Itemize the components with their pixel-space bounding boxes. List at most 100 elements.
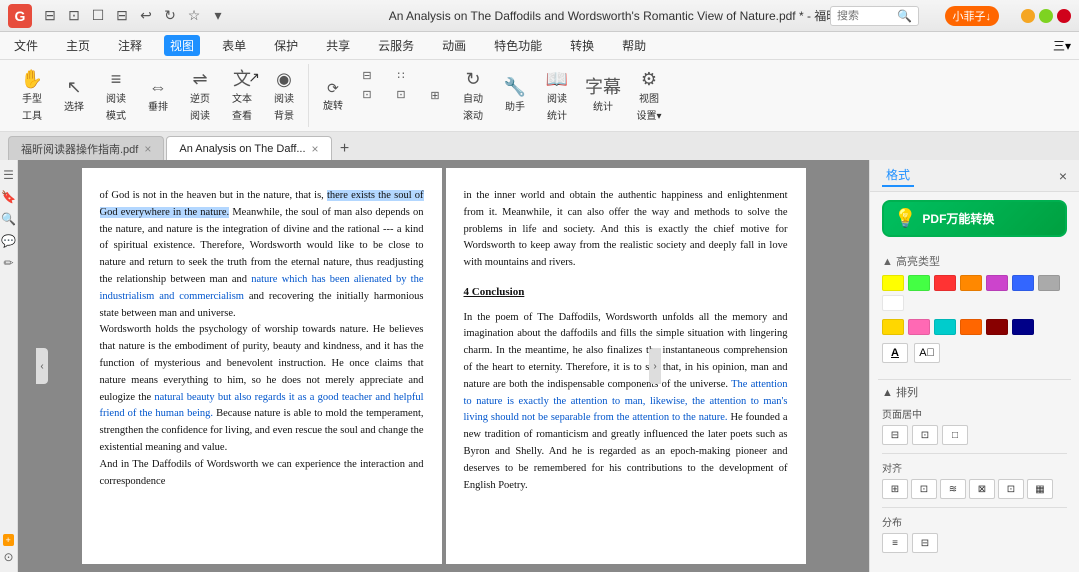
menu-share[interactable]: 共享 — [320, 35, 356, 56]
sidebar-search-icon[interactable]: 🔍 — [1, 212, 16, 226]
pdf-section-heading: 4 Conclusion — [464, 284, 788, 302]
align-right[interactable]: ≋ — [940, 479, 966, 499]
menu-form[interactable]: 表单 — [216, 35, 252, 56]
tab-guide-close[interactable]: × — [144, 142, 151, 156]
color-purple[interactable] — [986, 275, 1008, 291]
right-collapse-arrow[interactable]: › — [649, 348, 661, 384]
toolbar-group-view: ⟳ 旋转 ⊟ ⊡ ∷ ⊡ ⊞ — [313, 64, 673, 127]
align-vmid[interactable]: ⊡ — [998, 479, 1024, 499]
search-icon[interactable]: 🔍 — [897, 9, 912, 23]
close-button[interactable] — [1057, 9, 1071, 23]
vertical-icon: ⇔ — [149, 78, 167, 96]
align-mid[interactable]: ⊡ — [911, 479, 937, 499]
color-gold[interactable] — [882, 319, 904, 335]
menu-help[interactable]: 帮助 — [616, 35, 652, 56]
left-collapse-arrow[interactable]: ‹ — [36, 348, 48, 384]
menu-bar: 文件 主页 注释 视图 表单 保护 共享 云服务 动画 特色功能 转换 帮助 三… — [0, 32, 1079, 60]
color-cyan[interactable] — [934, 319, 956, 335]
color-dark-blue[interactable] — [1012, 319, 1034, 335]
open-icon[interactable]: ⊡ — [64, 6, 84, 26]
page-layout-3[interactable]: ∷ — [385, 67, 417, 84]
read-mode-btn[interactable]: ≡ 阅读 模式 — [96, 67, 136, 125]
print-icon[interactable]: ⊟ — [112, 6, 132, 26]
tab-guide[interactable]: 福昕阅读器操作指南.pdf × — [8, 136, 164, 160]
align-top[interactable]: ⊠ — [969, 479, 995, 499]
tab-analysis-close[interactable]: × — [312, 142, 319, 156]
color-orange[interactable] — [960, 275, 982, 291]
menu-convert[interactable]: 转换 — [564, 35, 600, 56]
view-settings-btn[interactable]: ⚙ 视图 设置▾ — [629, 67, 669, 125]
menu-cloud[interactable]: 云服务 — [372, 35, 420, 56]
vertical-btn[interactable]: ⇔ 垂排 — [138, 67, 178, 125]
sidebar-comment-icon[interactable]: 💬 — [1, 234, 16, 248]
menu-annotation[interactable]: 注释 — [112, 35, 148, 56]
align-center-v[interactable]: ⊡ — [912, 425, 938, 445]
read-stats-btn[interactable]: 📖 阅读 统计 — [537, 67, 577, 125]
text-box-btn[interactable]: A⃞ — [914, 343, 940, 363]
panel-close-btn[interactable]: × — [1059, 168, 1067, 184]
align-box[interactable]: □ — [942, 425, 968, 445]
redo-icon[interactable]: ↻ — [160, 6, 180, 26]
color-gray[interactable] — [1038, 275, 1060, 291]
search-input[interactable] — [837, 10, 897, 22]
pdf-right-page: in the inner world and obtain the authen… — [446, 168, 806, 564]
align-center-h[interactable]: ⊟ — [882, 425, 908, 445]
color-yellow[interactable] — [882, 275, 904, 291]
color-green[interactable] — [908, 275, 930, 291]
dropdown-icon[interactable]: ▾ — [208, 6, 228, 26]
maximize-button[interactable] — [1039, 9, 1053, 23]
page-layout-1[interactable]: ⊟ — [351, 67, 383, 84]
bg-btn[interactable]: ◉ 阅读 背景 — [264, 67, 304, 125]
text-underline-btn[interactable]: A — [882, 343, 908, 363]
new-icon[interactable]: ⊟ — [40, 6, 60, 26]
color-red[interactable] — [934, 275, 956, 291]
page-layout-2[interactable]: ⊡ — [351, 86, 383, 103]
menu-protect[interactable]: 保护 — [268, 35, 304, 56]
undo-icon[interactable]: ↩ — [136, 6, 156, 26]
sidebar-sign-icon[interactable]: ✏ — [3, 256, 13, 270]
tab-analysis[interactable]: An Analysis on The Daff... × — [166, 136, 331, 160]
pdf-left-page: of God is not in the heaven but in the n… — [82, 168, 442, 564]
color-pink[interactable] — [908, 319, 930, 335]
user-button[interactable]: 小菲子↓ — [945, 6, 1000, 26]
star-icon[interactable]: ☆ — [184, 6, 204, 26]
menu-features[interactable]: 特色功能 — [488, 35, 548, 56]
menu-view[interactable]: 视图 — [164, 35, 200, 56]
align-left[interactable]: ⊞ — [882, 479, 908, 499]
tab-add-button[interactable]: + — [334, 138, 356, 160]
panel-tab-format[interactable]: 格式 — [882, 164, 914, 187]
sidebar-nav-icon[interactable]: ☰ — [3, 168, 14, 182]
color-white[interactable] — [882, 295, 904, 311]
color-dark-red[interactable] — [986, 319, 1008, 335]
pdf-convert-button[interactable]: 💡 PDF万能转换 — [882, 200, 1067, 237]
char-stats-btn[interactable]: 字幕 统计 — [579, 67, 627, 125]
menu-home[interactable]: 主页 — [60, 35, 96, 56]
distribute-v[interactable]: ⊟ — [912, 533, 938, 553]
save-icon[interactable]: ☐ — [88, 6, 108, 26]
reverse-btn[interactable]: ⇌ 逆页 阅读 — [180, 67, 220, 125]
menu-file[interactable]: 文件 — [8, 35, 44, 56]
sidebar-bookmark-icon[interactable]: 🔖 — [1, 190, 16, 204]
text-view-btn[interactable]: 文 文本 查看 ↗ — [222, 67, 262, 125]
minimize-button[interactable] — [1021, 9, 1035, 23]
pdf-right-intro: in the inner world and obtain the authen… — [464, 188, 788, 272]
tab-guide-label: 福昕阅读器操作指南.pdf — [21, 141, 138, 157]
hand-tool-btn[interactable]: ✋ 手型 工具 — [12, 67, 52, 125]
color-dark-orange[interactable] — [960, 319, 982, 335]
scroll-icon: ↻ — [465, 70, 480, 88]
select-btn[interactable]: ↖ 选择 — [54, 67, 94, 125]
read-icon: ≡ — [111, 70, 122, 88]
auto-scroll-btn[interactable]: ↻ 自动 滚动 — [453, 67, 493, 125]
distribute-h[interactable]: ≡ — [882, 533, 908, 553]
align-bottom[interactable]: ▦ — [1027, 479, 1053, 499]
rotate-btn[interactable]: ⟳ 旋转 — [317, 67, 349, 125]
menu-right[interactable]: 三▾ — [1053, 37, 1071, 54]
sidebar-bottom-2[interactable]: ⊙ — [3, 550, 13, 564]
sidebar-bottom-1[interactable]: + — [3, 534, 13, 546]
menu-animation[interactable]: 动画 — [436, 35, 472, 56]
color-blue[interactable] — [1012, 275, 1034, 291]
page-layout-4[interactable]: ⊡ — [385, 86, 417, 103]
assistant-btn[interactable]: 🔧 助手 — [495, 67, 535, 125]
page-layout-5[interactable]: ⊞ — [419, 67, 451, 125]
page-align-btns: ⊟ ⊡ □ — [882, 425, 1067, 445]
